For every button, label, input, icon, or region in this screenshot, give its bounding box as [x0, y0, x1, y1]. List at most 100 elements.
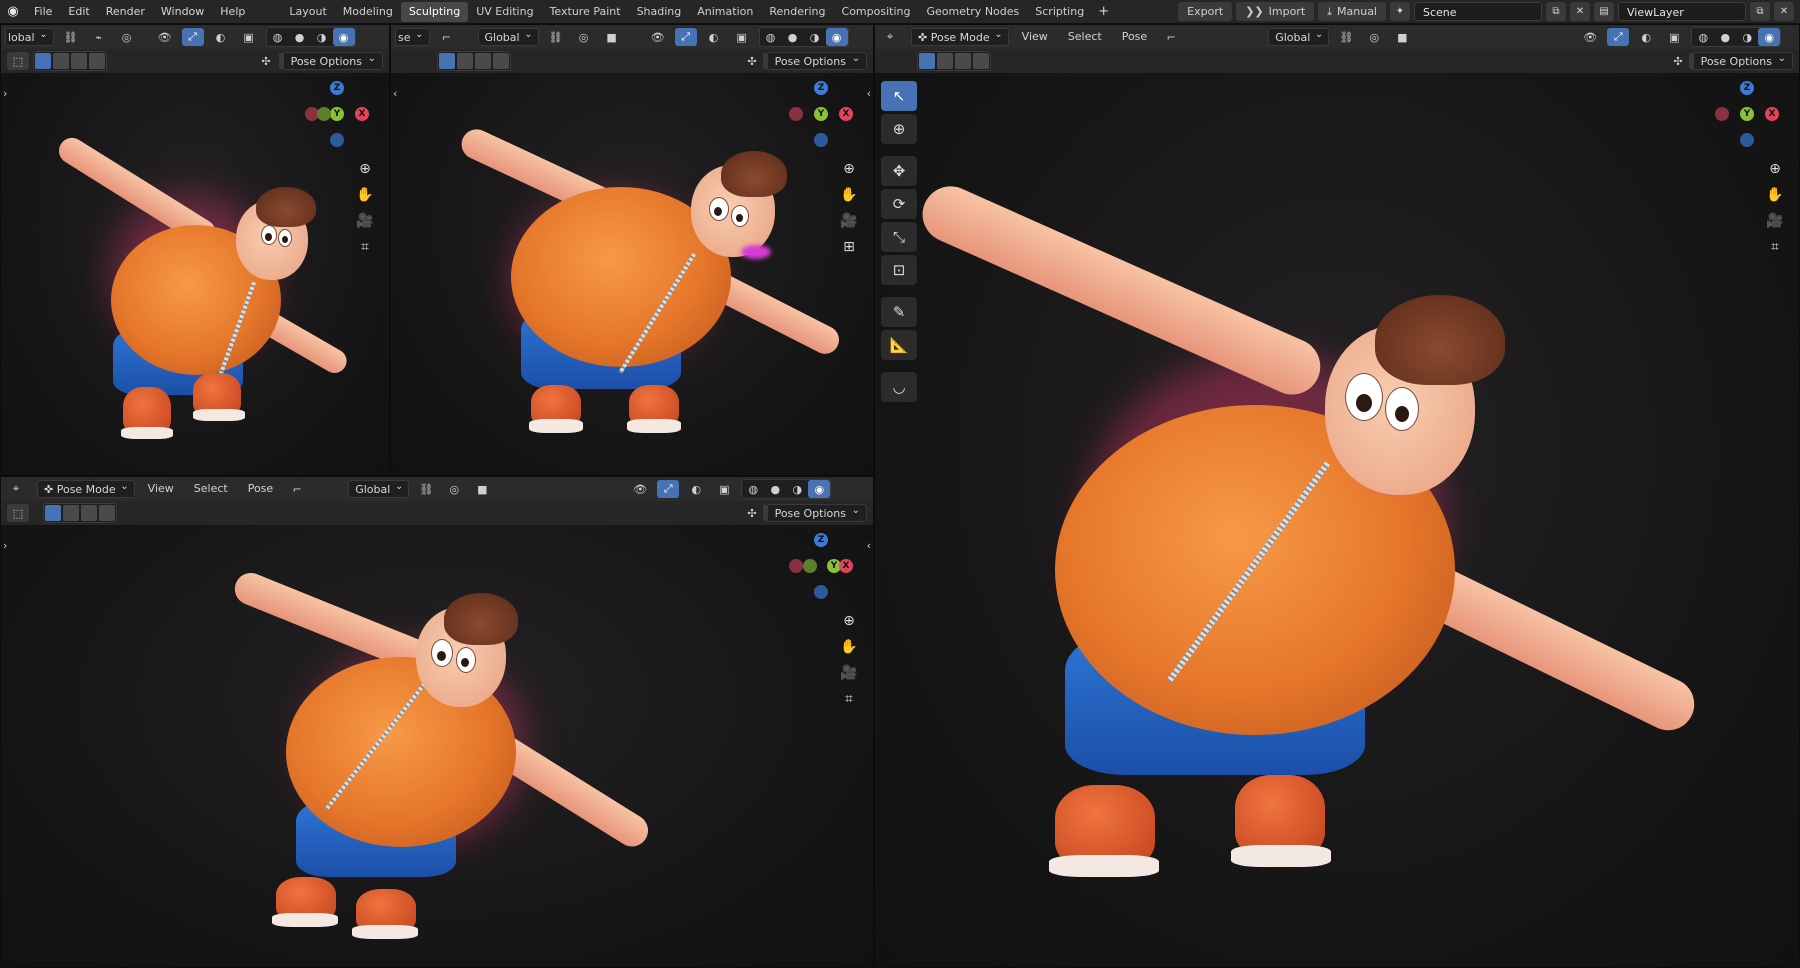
gizmo-z-axis[interactable]: Z: [330, 81, 344, 95]
gizmo-x-axis[interactable]: X: [355, 107, 369, 121]
toolbar-expand-icon[interactable]: ‹: [393, 87, 397, 100]
pose-options-dropdown[interactable]: Pose Options: [282, 50, 383, 70]
tab-compositing[interactable]: Compositing: [834, 2, 919, 22]
menu-select[interactable]: Select: [1061, 25, 1109, 49]
tab-rendering[interactable]: Rendering: [761, 2, 833, 22]
rotate-tool-icon[interactable]: ⟳: [881, 189, 917, 219]
wireframe-shading-icon[interactable]: ◍: [742, 480, 764, 498]
manual-button[interactable]: ⤓ Manual: [1318, 2, 1386, 21]
gizmo-z-axis[interactable]: Z: [814, 81, 828, 95]
menu-pose[interactable]: Pose: [1115, 25, 1154, 49]
select-subtract-icon[interactable]: [955, 53, 971, 69]
toolbar-expand-icon[interactable]: ›: [3, 539, 7, 552]
zoom-icon[interactable]: ⊕: [359, 161, 371, 177]
select-new-icon[interactable]: [45, 505, 61, 521]
menu-file[interactable]: File: [26, 0, 60, 24]
scale-tool-icon[interactable]: ⤡: [881, 222, 917, 252]
camera-icon[interactable]: 🎥: [840, 665, 857, 681]
proportional-icon[interactable]: ◎: [116, 28, 138, 46]
material-shading-icon[interactable]: ◑: [1736, 28, 1758, 46]
viewlayer-close-icon[interactable]: ✕: [1774, 2, 1794, 21]
select-new-icon[interactable]: [919, 53, 935, 69]
transform-pivot-icon[interactable]: ✣: [741, 504, 763, 522]
scene-field[interactable]: Scene: [1414, 2, 1542, 21]
gizmo-x-axis[interactable]: X: [839, 559, 853, 573]
select-new-icon[interactable]: [35, 53, 51, 69]
zoom-icon[interactable]: ⊕: [1769, 161, 1781, 177]
navigation-gizmo[interactable]: Z Y X: [781, 529, 861, 609]
gizmo-x-axis[interactable]: X: [839, 107, 853, 121]
viewport-bottom-left[interactable]: ⌖ ✜ Pose Mode View Select Pose ⌐ Global …: [0, 476, 874, 968]
tab-shading[interactable]: Shading: [629, 2, 690, 22]
gizmo-toggle-icon[interactable]: ⤢: [674, 28, 697, 46]
tab-animation[interactable]: Animation: [689, 2, 761, 22]
menu-edit[interactable]: Edit: [60, 0, 97, 24]
transform-pivot-icon[interactable]: ✣: [255, 52, 277, 70]
gizmo-toggle-icon[interactable]: ⤢: [657, 480, 680, 498]
gizmo-z-axis[interactable]: Z: [814, 533, 828, 547]
scene-icon[interactable]: ✦: [1390, 2, 1410, 21]
hand-icon[interactable]: ✋: [840, 639, 857, 655]
gizmo-y-axis[interactable]: Y: [1740, 107, 1754, 121]
viewlayer-copy-icon[interactable]: ⧉: [1750, 2, 1770, 21]
proportional-icon[interactable]: ◎: [443, 480, 465, 498]
wireframe-shading-icon[interactable]: ◍: [1692, 28, 1714, 46]
select-subtract-icon[interactable]: [81, 505, 97, 521]
visibility-icon[interactable]: 👁: [647, 28, 669, 46]
link-icon[interactable]: ⛓: [545, 28, 567, 46]
select-box-tool-icon[interactable]: ⬚: [7, 504, 29, 522]
select-subtract-icon[interactable]: [475, 53, 491, 69]
menu-pose[interactable]: Pose: [241, 477, 280, 501]
gizmo-neg-y-axis[interactable]: [803, 559, 817, 573]
grid-icon[interactable]: ⌗: [1771, 239, 1779, 255]
transform-pivot-icon[interactable]: ✣: [741, 52, 763, 70]
orientation-dropdown[interactable]: Global: [1268, 26, 1330, 46]
mode-dropdown[interactable]: ✜ Pose Mode: [911, 26, 1009, 46]
tab-geometry-nodes[interactable]: Geometry Nodes: [918, 2, 1027, 22]
select-box-tool-icon[interactable]: ⬚: [7, 52, 29, 70]
xray-icon[interactable]: ▣: [238, 28, 260, 46]
material-shading-icon[interactable]: ◑: [311, 28, 333, 46]
xray-icon[interactable]: ▣: [1663, 28, 1685, 46]
select-extend-icon[interactable]: [937, 53, 953, 69]
solid-shading-icon[interactable]: ●: [782, 28, 804, 46]
material-shading-icon[interactable]: ◑: [804, 28, 826, 46]
pose-icon[interactable]: ⌐: [436, 28, 458, 46]
select-extend-icon[interactable]: [53, 53, 69, 69]
orientation-dropdown[interactable]: Global: [348, 478, 410, 498]
overlay-icon[interactable]: ◐: [210, 28, 232, 46]
menu-view[interactable]: View: [1015, 25, 1055, 49]
transform-tool-icon[interactable]: ⊡: [881, 255, 917, 285]
snap-icon[interactable]: ■: [601, 28, 623, 46]
menu-view[interactable]: View: [141, 477, 181, 501]
toolbar-expand-icon[interactable]: ›: [3, 87, 7, 100]
grid-icon[interactable]: ⊞: [843, 239, 855, 255]
select-subtract-icon[interactable]: [71, 53, 87, 69]
gizmo-neg-z-axis[interactable]: [1740, 133, 1754, 147]
rendered-shading-icon[interactable]: ◉: [332, 28, 355, 46]
pose-icon[interactable]: ⌐: [286, 480, 308, 498]
tab-sculpting[interactable]: Sculpting: [400, 1, 469, 22]
import-button[interactable]: ❯❯ Import: [1236, 2, 1315, 21]
tab-layout[interactable]: Layout: [281, 2, 334, 22]
visibility-icon[interactable]: 👁: [154, 28, 176, 46]
camera-icon[interactable]: 🎥: [840, 213, 857, 229]
mode-dropdown[interactable]: ✜ Pose Mode: [37, 478, 135, 498]
viewport-top-middle[interactable]: se ⌐ Global ⛓ ◎ ■ 👁 ⤢ ◐ ▣ ◍ ● ◑ ◉ ✣ X Po…: [390, 24, 874, 476]
menu-window[interactable]: Window: [153, 0, 212, 24]
camera-icon[interactable]: 🎥: [1766, 213, 1783, 229]
select-tool-icon[interactable]: ↖: [881, 81, 917, 111]
select-new-icon[interactable]: [439, 53, 455, 69]
grid-icon[interactable]: ⌗: [845, 691, 853, 707]
viewlayer-icon[interactable]: ▤: [1594, 2, 1614, 21]
tab-texture-paint[interactable]: Texture Paint: [542, 2, 629, 22]
pose-options-dropdown[interactable]: Pose Options: [766, 50, 867, 70]
proportional-icon[interactable]: ◎: [1363, 28, 1385, 46]
menu-help[interactable]: Help: [212, 0, 253, 24]
visibility-icon[interactable]: 👁: [629, 480, 651, 498]
gizmo-z-axis[interactable]: Z: [1740, 81, 1754, 95]
select-intersect-icon[interactable]: [493, 53, 509, 69]
pose-options-dropdown[interactable]: Pose Options: [1692, 50, 1793, 70]
wireframe-shading-icon[interactable]: ◍: [760, 28, 782, 46]
solid-shading-icon[interactable]: ●: [764, 480, 786, 498]
